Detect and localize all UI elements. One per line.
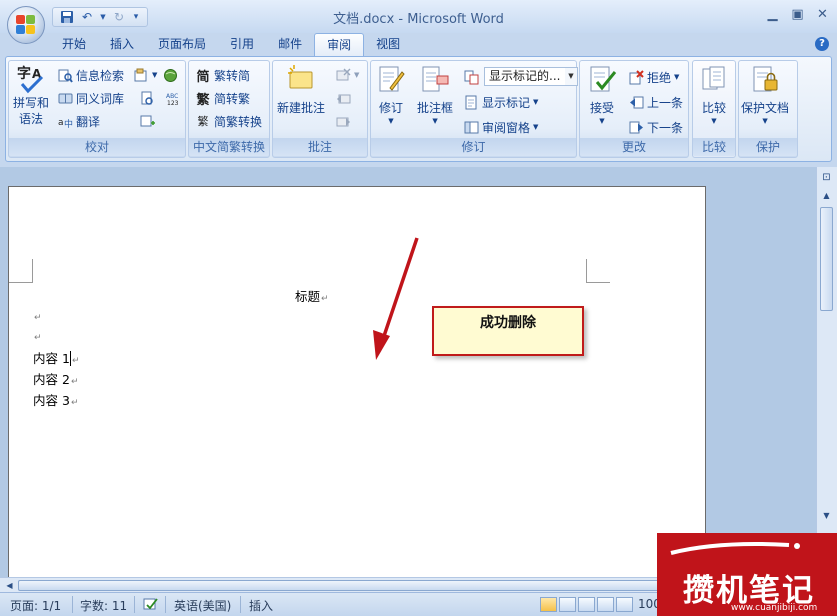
scroll-left-icon[interactable]: ◀ (3, 579, 16, 592)
annotation-arrow-icon (373, 237, 419, 360)
word-count[interactable]: 字数: 11 (80, 597, 127, 614)
vertical-scroll-thumb[interactable] (820, 207, 833, 311)
view-web-layout-button[interactable] (578, 597, 595, 612)
watermark-url: www.cuanjibiji.com (731, 603, 818, 613)
insert-mode-status[interactable]: 插入 (249, 597, 273, 614)
office-logo-icon (16, 15, 36, 35)
annotation-callout: 成功删除 (432, 306, 584, 356)
vertical-scrollbar[interactable]: ⊡ ▲ ▼ (816, 167, 837, 577)
scroll-down-icon[interactable]: ▼ (820, 509, 833, 522)
watermark-stroke-icon (670, 542, 800, 555)
ruler-toggle-icon[interactable]: ⊡ (820, 171, 833, 184)
view-print-layout-button[interactable] (540, 597, 557, 612)
status-divider (72, 596, 73, 613)
scroll-up-icon[interactable]: ▲ (820, 189, 833, 202)
watermark-logo: 攒机笔记 www.cuanjibiji.com (657, 533, 837, 616)
office-button[interactable] (7, 6, 45, 44)
page-count[interactable]: 页面: 1/1 (10, 597, 61, 614)
callout-text: 成功删除 (480, 315, 536, 331)
view-outline-button[interactable] (597, 597, 614, 612)
view-full-screen-button[interactable] (559, 597, 576, 612)
status-divider (134, 596, 135, 613)
status-divider (165, 596, 166, 613)
status-divider (240, 596, 241, 613)
proofing-status-icon[interactable] (143, 597, 159, 614)
view-draft-button[interactable] (616, 597, 633, 612)
language-status[interactable]: 英语(美国) (174, 597, 231, 614)
